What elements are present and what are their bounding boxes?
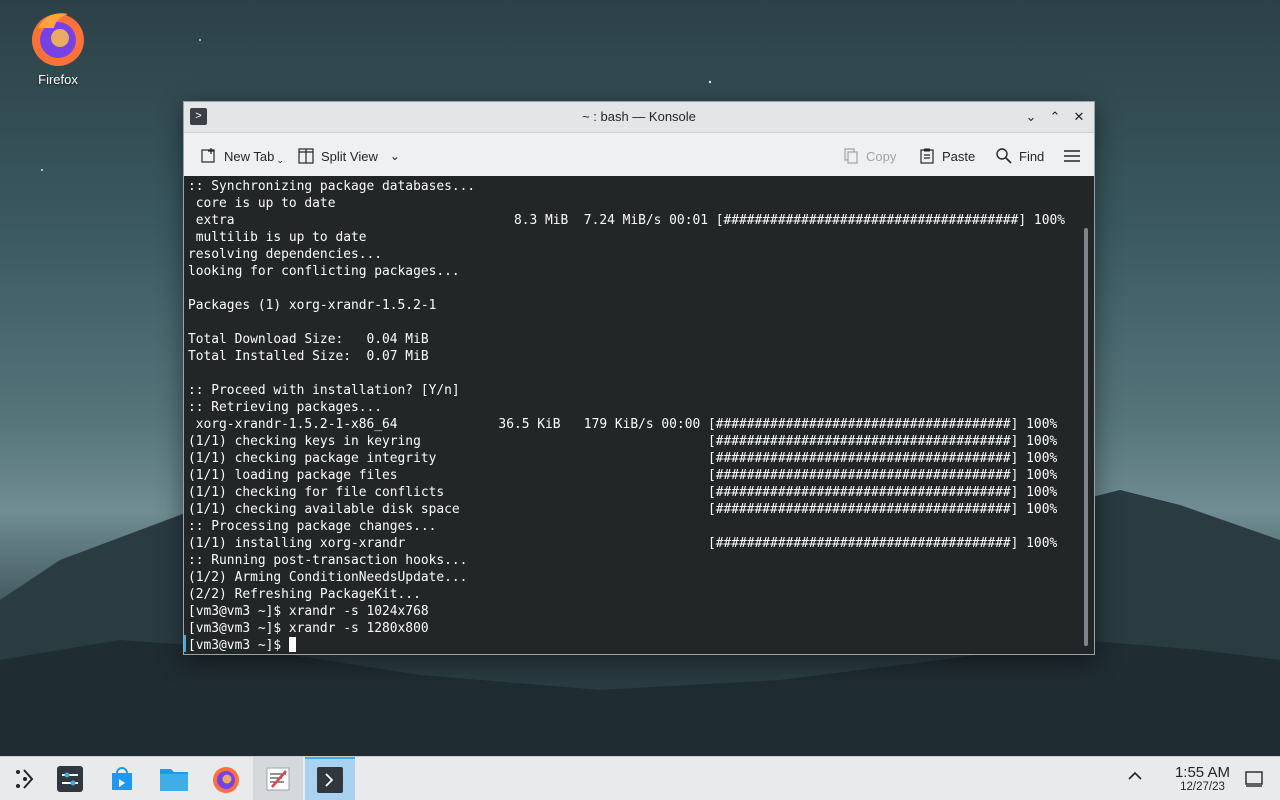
terminal-line: Total Download Size: 0.04 MiB xyxy=(188,332,429,347)
terminal-line: [vm3@vm3 ~]$ xrandr -s 1280x800 xyxy=(188,621,429,636)
copy-icon xyxy=(844,148,858,164)
taskbar-firefox[interactable] xyxy=(201,757,251,800)
terminal-line: (1/1) checking package integrity [######… xyxy=(188,451,1058,466)
terminal-line: [vm3@vm3 ~]$ xrandr -s 1024x768 xyxy=(188,604,429,619)
text-cursor xyxy=(288,637,296,652)
paste-icon xyxy=(920,148,934,164)
desktop-icon-label: Firefox xyxy=(38,72,78,87)
terminal-line: :: Proceed with installation? [Y/n] xyxy=(188,383,460,398)
paste-button[interactable]: Paste xyxy=(918,146,975,166)
firefox-icon xyxy=(28,8,88,68)
terminal-output: :: Synchronizing package databases... co… xyxy=(188,178,1065,654)
terminal-line: extra 8.3 MiB 7.24 MiB/s 00:01 [########… xyxy=(195,213,1065,228)
discover-icon xyxy=(112,766,132,790)
new-tab-icon xyxy=(201,148,215,163)
terminal-area[interactable]: :: Synchronizing package databases... co… xyxy=(184,176,1094,654)
taskbar-system-settings[interactable] xyxy=(45,757,95,800)
split-view-icon xyxy=(298,148,314,164)
search-icon xyxy=(996,148,1012,164)
titlebar[interactable]: > ~ : bash — Konsole ⌄ ⌃ ✕ xyxy=(184,102,1094,133)
terminal-line: (2/2) Refreshing PackageKit... xyxy=(188,587,421,602)
application-launcher-button[interactable] xyxy=(0,757,50,800)
terminal-line: Packages (1) xorg-xrandr-1.5.2-1 xyxy=(188,298,437,313)
taskbar-konsole[interactable] xyxy=(305,757,355,800)
application-launcher-icon xyxy=(16,768,34,789)
taskbar-dolphin[interactable] xyxy=(149,757,199,800)
desktop-icon-firefox[interactable]: Firefox xyxy=(22,8,94,87)
show-desktop-icon[interactable] xyxy=(1244,769,1264,794)
terminal-line: looking for conflicting packages... xyxy=(188,264,460,279)
window-title: ~ : bash — Konsole xyxy=(582,109,696,124)
hamburger-menu-icon xyxy=(1064,150,1080,162)
terminal-line: :: Running post-transaction hooks... xyxy=(188,553,468,568)
kate-icon xyxy=(266,767,290,790)
hamburger-menu-button[interactable] xyxy=(1063,146,1087,166)
terminal-line: Total Installed Size: 0.07 MiB xyxy=(188,349,429,364)
terminal-line: :: Retrieving packages... xyxy=(188,400,383,415)
taskbar-discover[interactable] xyxy=(97,757,147,800)
minimize-icon[interactable]: ⌄ xyxy=(1022,108,1040,126)
konsole-icon xyxy=(317,766,343,793)
digital-clock[interactable]: 1:55 AM 12/27/23 xyxy=(1175,765,1230,794)
konsole-window[interactable]: > ~ : bash — Konsole ⌄ ⌃ ✕ New Tab ⌄ Spl… xyxy=(183,101,1095,655)
split-view-label: Split View xyxy=(321,148,378,164)
chevron-down-icon[interactable]: ⌄ xyxy=(390,149,400,163)
scrollbar[interactable] xyxy=(1084,228,1088,646)
terminal-line: (1/2) Arming ConditionNeedsUpdate... xyxy=(188,570,468,585)
terminal-line: (1/1) checking for file conflicts [#####… xyxy=(188,485,1058,500)
chevron-down-icon[interactable]: ⌄ xyxy=(276,155,284,166)
find-button[interactable]: Find xyxy=(995,146,1044,166)
taskbar-kate[interactable] xyxy=(253,757,303,800)
terminal-prompt: [vm3@vm3 ~]$ xyxy=(188,638,289,653)
dolphin-icon xyxy=(160,768,188,791)
system-settings-icon xyxy=(57,765,83,792)
terminal-line: (1/1) checking available disk space [###… xyxy=(188,502,1058,517)
paste-label: Paste xyxy=(942,148,976,164)
terminal-line: (1/1) loading package files [###########… xyxy=(188,468,1058,483)
find-label: Find xyxy=(1019,148,1045,164)
terminal-line: :: Processing package changes... xyxy=(188,519,437,534)
split-view-button[interactable]: Split View ⌄ xyxy=(297,146,400,166)
firefox-icon xyxy=(213,766,239,793)
terminal-line: resolving dependencies... xyxy=(188,247,383,262)
close-icon[interactable]: ✕ xyxy=(1070,108,1088,126)
system-tray-expand-icon[interactable] xyxy=(1126,767,1144,790)
terminal-line: (1/1) checking keys in keyring [########… xyxy=(188,434,1058,449)
terminal-lines: :: Synchronizing package databases... co… xyxy=(188,179,1065,636)
clock-date: 12/27/23 xyxy=(1180,781,1225,793)
current-line-marker xyxy=(184,635,186,652)
new-tab-label: New Tab xyxy=(224,148,275,164)
terminal-line: multilib is up to date xyxy=(195,230,367,245)
copy-label: Copy xyxy=(866,148,897,164)
terminal-line: :: Synchronizing package databases... xyxy=(188,179,476,194)
copy-button[interactable]: Copy xyxy=(842,146,896,166)
new-tab-button[interactable]: New Tab ⌄ xyxy=(200,146,284,166)
terminal-line: xorg-xrandr-1.5.2-1-x86_64 36.5 KiB 179 … xyxy=(195,417,1058,432)
taskbar: 1:55 AM 12/27/23 xyxy=(0,756,1280,800)
toolbar: New Tab ⌄ Split View ⌄ Copy Paste Find xyxy=(184,133,1094,177)
terminal-line: (1/1) installing xorg-xrandr [##########… xyxy=(188,536,1058,551)
clock-time: 1:55 AM xyxy=(1174,764,1230,781)
maximize-icon[interactable]: ⌃ xyxy=(1046,108,1064,126)
terminal-line: core is up to date xyxy=(195,196,336,211)
